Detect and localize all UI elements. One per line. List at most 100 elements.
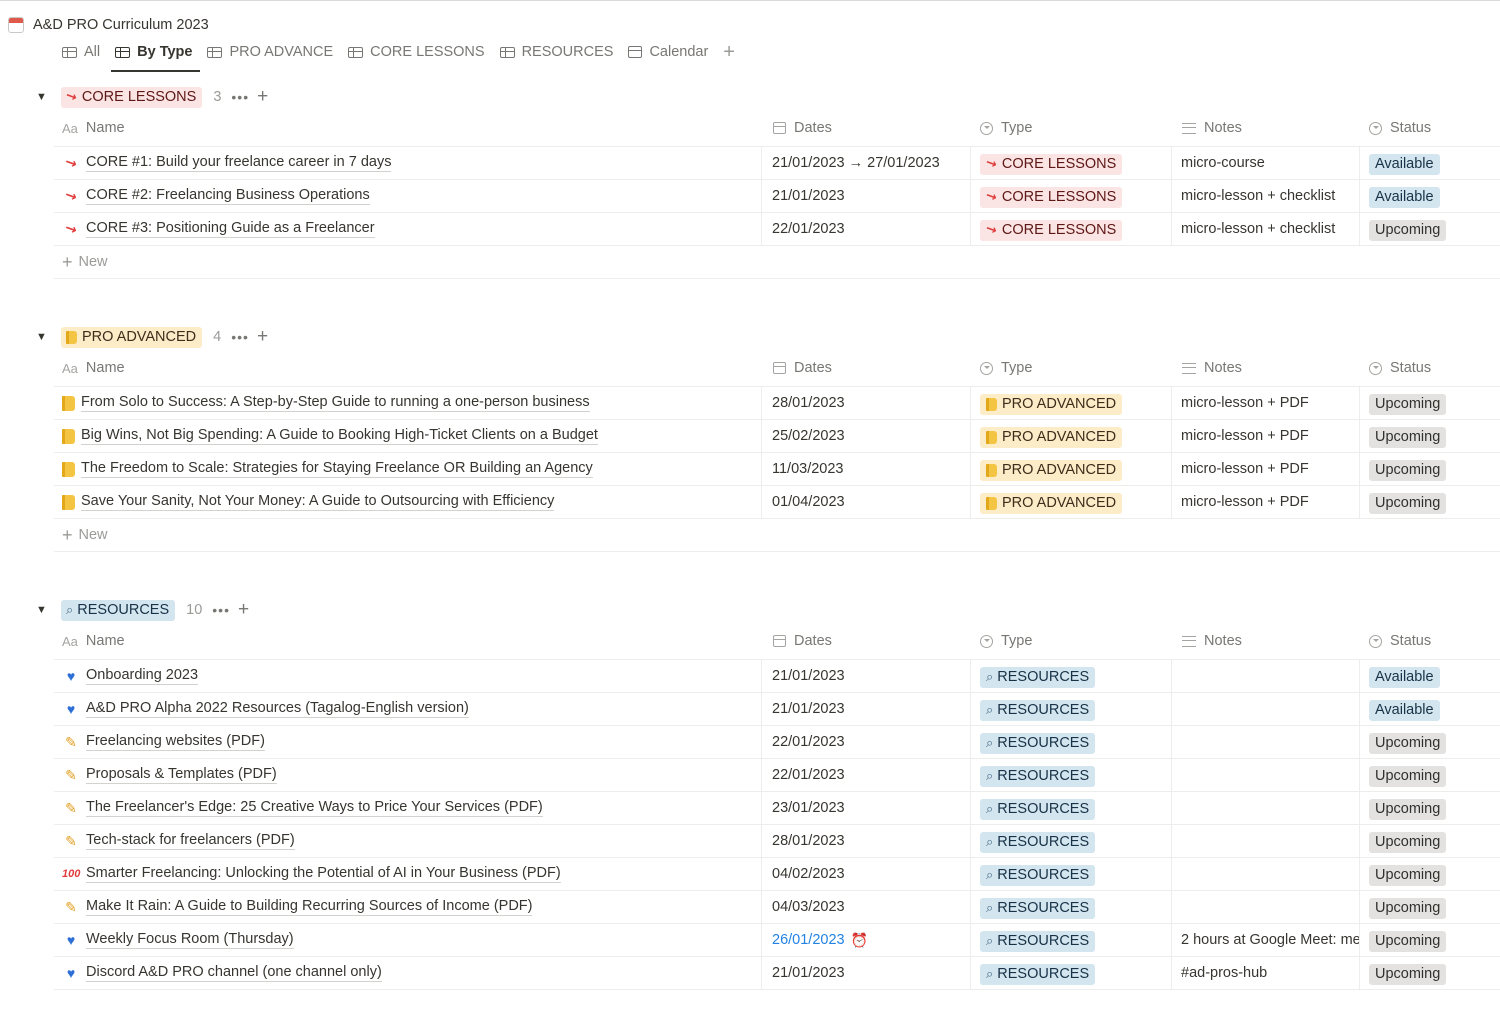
- table-row[interactable]: ♥ A&D PRO Alpha 2022 Resources (Tagalog-E…: [54, 693, 1500, 726]
- table-row[interactable]: Big Wins, Not Big Spending: A Guide to B…: [54, 420, 1500, 453]
- row-title[interactable]: The Freelancer's Edge: 25 Creative Ways …: [86, 799, 543, 817]
- type-cell[interactable]: ⌕ RESOURCES: [972, 726, 1172, 758]
- notes-cell[interactable]: [1173, 693, 1360, 725]
- notes-cell[interactable]: #ad-pros-hub: [1173, 957, 1360, 989]
- collapse-toggle-icon[interactable]: ▼: [36, 604, 48, 616]
- column-header-type[interactable]: Type: [980, 109, 1032, 147]
- row-title[interactable]: Onboarding 2023: [86, 667, 199, 685]
- row-title[interactable]: Weekly Focus Room (Thursday): [86, 931, 294, 949]
- notes-cell[interactable]: micro-lesson + checklist: [1173, 180, 1360, 212]
- status-cell[interactable]: Upcoming: [1361, 486, 1500, 518]
- notes-cell[interactable]: micro-lesson + PDF: [1173, 420, 1360, 452]
- table-row[interactable]: ✎ Freelancing websites (PDF) 22/01/2023 ⌕ RE…: [54, 726, 1500, 759]
- type-cell[interactable]: ⌕ RESOURCES: [972, 693, 1172, 725]
- name-cell[interactable]: ♥ Discord A&D PRO channel (one channel on…: [54, 957, 762, 989]
- tab-pro-advance[interactable]: PRO ADVANCE: [203, 38, 337, 66]
- table-row[interactable]: 100 Smarter Freelancing: Unlocking the Po…: [54, 858, 1500, 891]
- name-cell[interactable]: ✎ Freelancing websites (PDF): [54, 726, 762, 758]
- dates-cell[interactable]: 28/01/2023: [763, 387, 971, 419]
- column-header-dates[interactable]: Dates: [773, 622, 832, 660]
- column-header-status[interactable]: Status: [1369, 349, 1431, 387]
- status-cell[interactable]: Upcoming: [1361, 726, 1500, 758]
- tab-core-lessons[interactable]: CORE LESSONS: [344, 38, 488, 66]
- notes-cell[interactable]: micro-lesson + PDF: [1173, 387, 1360, 419]
- table-row[interactable]: From Solo to Success: A Step-by-Step Gui…: [54, 387, 1500, 420]
- dates-cell[interactable]: 11/03/2023: [763, 453, 971, 485]
- dates-cell[interactable]: 22/01/2023: [763, 726, 971, 758]
- new-row-button[interactable]: + New: [54, 519, 1500, 552]
- collapse-toggle-icon[interactable]: ▼: [36, 331, 48, 343]
- dates-cell[interactable]: 25/02/2023: [763, 420, 971, 452]
- status-cell[interactable]: Upcoming: [1361, 420, 1500, 452]
- type-cell[interactable]: ↘ CORE LESSONS: [972, 147, 1172, 179]
- row-title[interactable]: CORE #1: Build your freelance career in …: [86, 154, 392, 172]
- type-cell[interactable]: PRO ADVANCED: [972, 387, 1172, 419]
- status-cell[interactable]: Available: [1361, 180, 1500, 212]
- column-header-status[interactable]: Status: [1369, 109, 1431, 147]
- column-header-name[interactable]: Aa Name: [62, 109, 125, 147]
- dates-cell[interactable]: 21/01/2023: [763, 180, 971, 212]
- dates-cell[interactable]: 21/01/2023 → 27/01/2023: [763, 147, 971, 179]
- tab-resources[interactable]: RESOURCES: [496, 38, 618, 66]
- table-row[interactable]: ↘ CORE #1: Build your freelance career in…: [54, 147, 1500, 180]
- status-cell[interactable]: Upcoming: [1361, 792, 1500, 824]
- add-item-button[interactable]: +: [238, 600, 249, 620]
- column-header-name[interactable]: Aa Name: [62, 349, 125, 387]
- table-row[interactable]: ♥ Onboarding 2023 21/01/2023 ⌕ RESOURCES Avai…: [54, 660, 1500, 693]
- name-cell[interactable]: ✎ Proposals & Templates (PDF): [54, 759, 762, 791]
- row-title[interactable]: Discord A&D PRO channel (one channel onl…: [86, 964, 382, 982]
- column-header-name[interactable]: Aa Name: [62, 622, 125, 660]
- row-title[interactable]: Tech-stack for freelancers (PDF): [86, 832, 295, 850]
- name-cell[interactable]: ↘ CORE #2: Freelancing Business Operation…: [54, 180, 762, 212]
- notes-cell[interactable]: micro-lesson + checklist: [1173, 213, 1360, 245]
- table-row[interactable]: ✎ Tech-stack for freelancers (PDF) 28/01/2…: [54, 825, 1500, 858]
- table-row[interactable]: ♥ Weekly Focus Room (Thursday) 26/01/2023 ⏰…: [54, 924, 1500, 957]
- more-options-icon[interactable]: •••: [231, 329, 249, 345]
- tab-all[interactable]: All: [58, 38, 104, 66]
- dates-cell[interactable]: 21/01/2023: [763, 660, 971, 692]
- name-cell[interactable]: Save Your Sanity, Not Your Money: A Guid…: [54, 486, 762, 518]
- type-cell[interactable]: ⌕ RESOURCES: [972, 957, 1172, 989]
- name-cell[interactable]: Big Wins, Not Big Spending: A Guide to B…: [54, 420, 762, 452]
- collapse-toggle-icon[interactable]: ▼: [36, 91, 48, 103]
- status-cell[interactable]: Available: [1361, 147, 1500, 179]
- type-cell[interactable]: ⌕ RESOURCES: [972, 660, 1172, 692]
- more-options-icon[interactable]: •••: [212, 602, 230, 618]
- dates-cell[interactable]: 22/01/2023: [763, 759, 971, 791]
- row-title[interactable]: CORE #2: Freelancing Business Operations: [86, 187, 370, 205]
- name-cell[interactable]: ✎ Tech-stack for freelancers (PDF): [54, 825, 762, 857]
- type-cell[interactable]: PRO ADVANCED: [972, 486, 1172, 518]
- notes-cell[interactable]: micro-lesson + PDF: [1173, 453, 1360, 485]
- status-cell[interactable]: Upcoming: [1361, 858, 1500, 890]
- name-cell[interactable]: ↘ CORE #3: Positioning Guide as a Freelan…: [54, 213, 762, 245]
- column-header-type[interactable]: Type: [980, 622, 1032, 660]
- type-cell[interactable]: PRO ADVANCED: [972, 453, 1172, 485]
- column-header-notes[interactable]: Notes: [1182, 109, 1242, 147]
- status-cell[interactable]: Upcoming: [1361, 825, 1500, 857]
- name-cell[interactable]: ♥ Weekly Focus Room (Thursday): [54, 924, 762, 956]
- more-options-icon[interactable]: •••: [231, 89, 249, 105]
- new-row-button[interactable]: + New: [54, 246, 1500, 279]
- name-cell[interactable]: From Solo to Success: A Step-by-Step Gui…: [54, 387, 762, 419]
- type-cell[interactable]: ⌕ RESOURCES: [972, 825, 1172, 857]
- add-item-button[interactable]: +: [257, 327, 268, 347]
- table-row[interactable]: ✎ Proposals & Templates (PDF) 22/01/2023 ⌕ R…: [54, 759, 1500, 792]
- group-label[interactable]: ⌕ RESOURCES: [61, 599, 176, 621]
- tab-by-type[interactable]: By Type: [111, 38, 201, 72]
- column-header-notes[interactable]: Notes: [1182, 349, 1242, 387]
- name-cell[interactable]: ↘ CORE #1: Build your freelance career in…: [54, 147, 762, 179]
- row-title[interactable]: The Freedom to Scale: Strategies for Sta…: [81, 460, 593, 478]
- notes-cell[interactable]: [1173, 825, 1360, 857]
- tab-calendar[interactable]: Calendar: [624, 38, 712, 66]
- dates-cell[interactable]: 23/01/2023: [763, 792, 971, 824]
- row-title[interactable]: CORE #3: Positioning Guide as a Freelanc…: [86, 220, 375, 238]
- type-cell[interactable]: ⌕ RESOURCES: [972, 891, 1172, 923]
- row-title[interactable]: A&D PRO Alpha 2022 Resources (Tagalog-En…: [86, 700, 469, 718]
- group-label[interactable]: PRO ADVANCED: [61, 326, 203, 348]
- type-cell[interactable]: ⌕ RESOURCES: [972, 858, 1172, 890]
- dates-cell[interactable]: 21/01/2023: [763, 957, 971, 989]
- notes-cell[interactable]: [1173, 660, 1360, 692]
- dates-cell[interactable]: 04/02/2023: [763, 858, 971, 890]
- notes-cell[interactable]: micro-lesson + PDF: [1173, 486, 1360, 518]
- column-header-status[interactable]: Status: [1369, 622, 1431, 660]
